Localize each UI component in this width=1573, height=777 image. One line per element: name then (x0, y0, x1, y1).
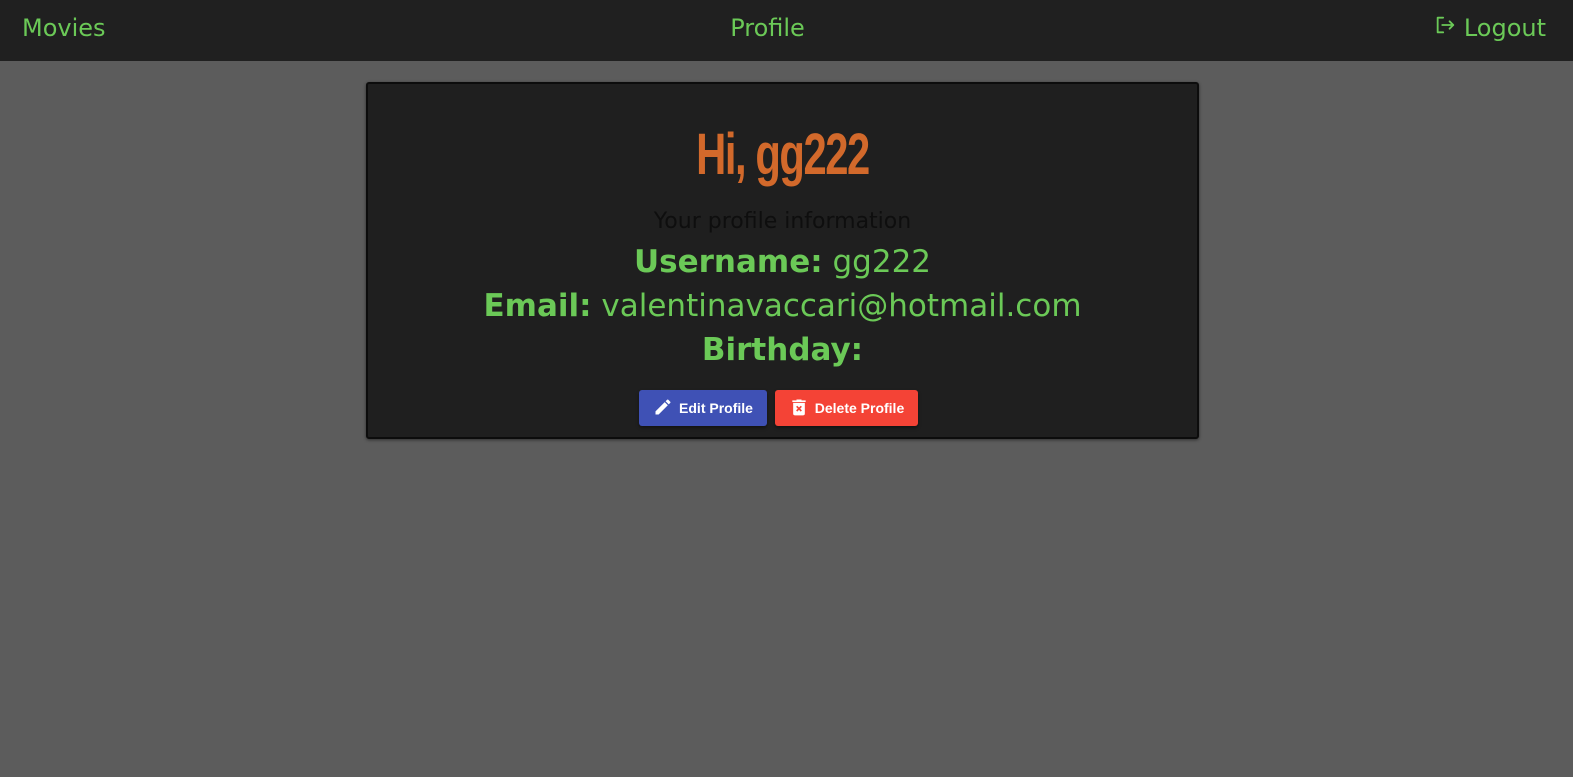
email-value: valentinavaccari@hotmail.com (601, 288, 1082, 324)
username-value: gg222 (832, 244, 932, 280)
profile-card: Hi, gg222 Your profile information Usern… (366, 82, 1199, 439)
nav-movies-link[interactable]: Movies (22, 14, 106, 42)
username-row: Username: gg222 (368, 243, 1197, 281)
nav-profile-container: Profile (0, 14, 1535, 42)
birthday-label: Birthday: (701, 332, 864, 368)
pencil-icon (653, 397, 673, 420)
nav-logout-link[interactable]: Logout (1434, 14, 1546, 42)
username-label: Username: (633, 244, 823, 280)
profile-greeting: Hi, gg222 (696, 122, 870, 187)
delete-profile-button[interactable]: Delete Profile (775, 390, 918, 426)
logout-label: Logout (1463, 14, 1546, 42)
profile-subtitle: Your profile information (653, 209, 912, 234)
logout-icon (1434, 14, 1456, 42)
top-navbar: Movies Profile Logout (0, 0, 1573, 61)
nav-profile-link[interactable]: Profile (730, 14, 805, 42)
email-row: Email: valentinavaccari@hotmail.com (368, 287, 1197, 325)
edit-profile-button[interactable]: Edit Profile (639, 390, 767, 426)
email-label: Email: (483, 288, 592, 324)
edit-profile-label: Edit Profile (679, 400, 753, 416)
trash-icon (789, 397, 809, 420)
delete-profile-label: Delete Profile (814, 400, 905, 416)
birthday-row: Birthday: (368, 331, 1197, 369)
